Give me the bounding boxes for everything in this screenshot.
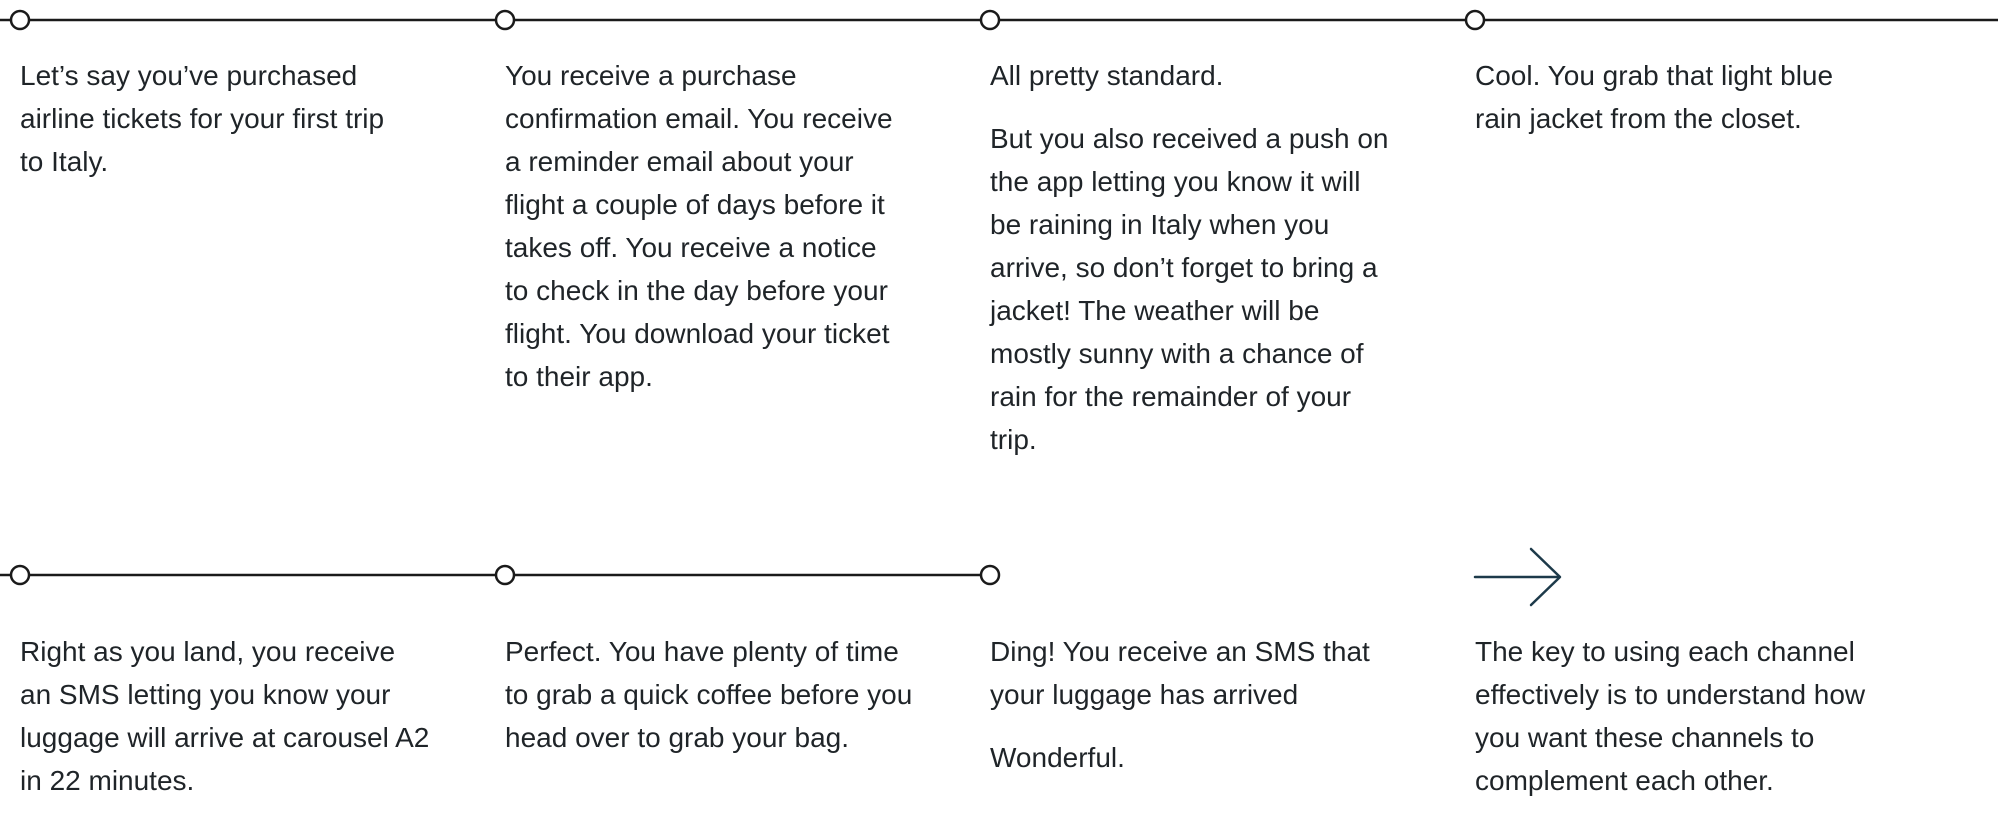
circle-node-icon [9, 564, 31, 586]
step-text: The key to using each channel effectivel… [1475, 636, 1866, 796]
step-text: Ding! You receive an SMS that your lugga… [990, 636, 1370, 710]
step-text: Right as you land, you receive an SMS le… [20, 636, 430, 796]
arrow-right-icon [1473, 547, 1562, 607]
step-text: Let’s say you’ve purchased airline ticke… [20, 60, 385, 177]
timeline-step-2: You receive a purchase confirmation emai… [505, 54, 900, 418]
circle-node-icon [1464, 9, 1486, 31]
circle-node-icon [979, 564, 1001, 586]
timeline-step-5: Right as you land, you receive an SMS le… [20, 630, 430, 822]
circle-node-icon [494, 564, 516, 586]
step-text: But you also received a push on the app … [990, 123, 1389, 455]
circle-node-icon [494, 9, 516, 31]
timeline-step-1: Let’s say you’ve purchased airline ticke… [20, 54, 400, 203]
step-text: Cool. You grab that light blue rain jack… [1475, 60, 1834, 134]
step-text: All pretty standard. [990, 60, 1224, 91]
timeline-step-8-conclusion: The key to using each channel effectivel… [1475, 630, 1895, 822]
timeline-step-6: Perfect. You have plenty of time to grab… [505, 630, 915, 779]
timeline-step-4: Cool. You grab that light blue rain jack… [1475, 54, 1875, 160]
step-text: You receive a purchase confirmation emai… [505, 60, 893, 392]
circle-node-icon [979, 9, 1001, 31]
step-text: Perfect. You have plenty of time to grab… [505, 636, 913, 753]
timeline-step-3: All pretty standard. But you also receiv… [990, 54, 1390, 481]
step-text: Wonderful. [990, 742, 1125, 773]
timeline-step-7: Ding! You receive an SMS that your lugga… [990, 630, 1400, 799]
circle-node-icon [9, 9, 31, 31]
